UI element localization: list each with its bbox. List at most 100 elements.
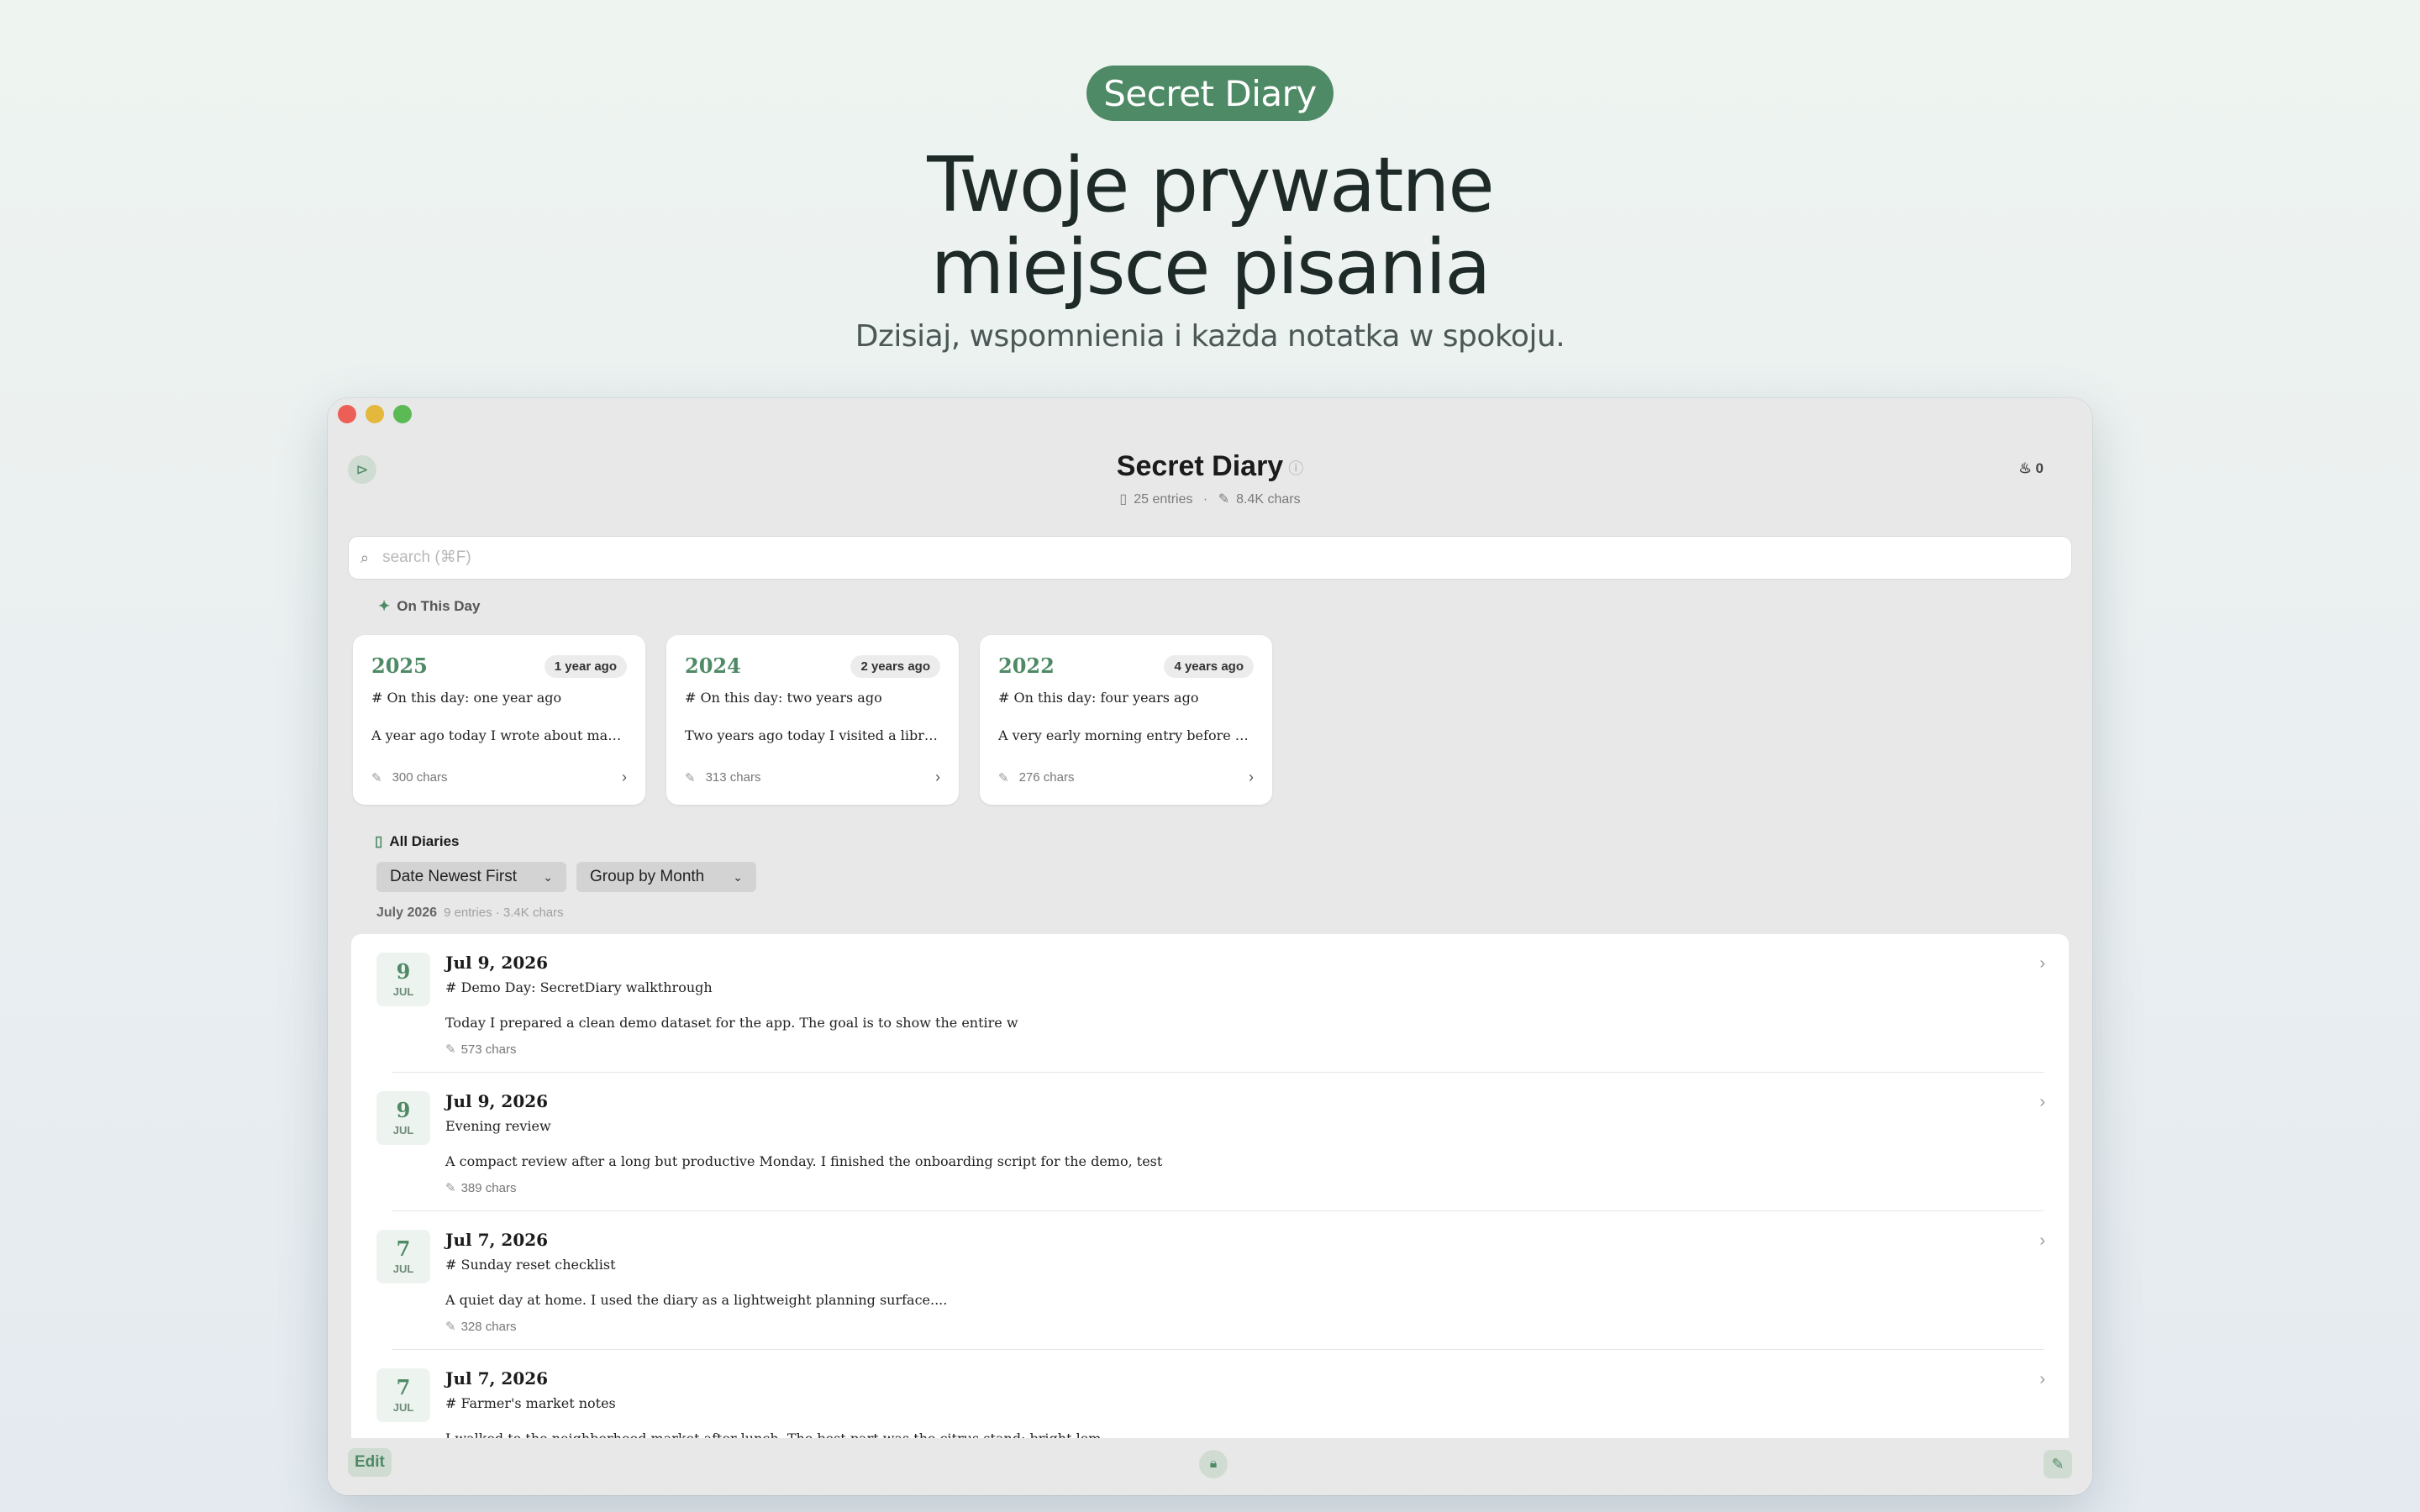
list-item[interactable]: 7 JUL Jul 7, 2026 # Farmer's market note…	[351, 1350, 2069, 1438]
search-input[interactable]	[381, 548, 2071, 568]
minimize-window-button[interactable]	[366, 405, 384, 423]
entry-title: # Demo Day: SecretDiary walkthrough	[445, 979, 713, 995]
card-footer: ✎ 300 chars ›	[371, 769, 627, 786]
date-day: 7	[396, 1236, 411, 1261]
date-badge: 7 JUL	[376, 1230, 430, 1284]
chevron-right-icon: ›	[2039, 1231, 2045, 1250]
on-this-day-card[interactable]: 2024 2 years ago # On this day: two year…	[666, 635, 959, 805]
chevron-right-icon: ›	[622, 769, 627, 785]
chevron-right-icon: ›	[2039, 1093, 2045, 1111]
card-title: # On this day: four years ago	[998, 690, 1199, 706]
flame-icon: ♨	[2018, 460, 2032, 476]
app-window: ⊳ Secret Diary ⓘ ▯ 25 entries · ✎ 8.4K char…	[328, 398, 2092, 1495]
pen-icon: ✎	[371, 770, 382, 785]
window-title-block: Secret Diary ⓘ	[328, 450, 2092, 483]
list-item[interactable]: 9 JUL Jul 9, 2026 # Demo Day: SecretDiar…	[351, 934, 2069, 1073]
entry-snippet: A compact review after a long but produc…	[445, 1153, 1163, 1169]
stats-separator: ·	[1202, 492, 1208, 507]
hero-headline: Twoje prywatne miejsce pisania	[0, 144, 2420, 309]
zoom-window-button[interactable]	[393, 405, 412, 423]
lock-icon[interactable]: 🔒︎	[1199, 1450, 1228, 1478]
card-snippet: A year ago today I wrote about makin...	[371, 727, 627, 743]
pen-icon: ✎	[445, 1320, 456, 1334]
date-month: JUL	[392, 1401, 414, 1414]
date-day: 9	[396, 1098, 411, 1122]
all-diaries-label: All Diaries	[389, 833, 460, 849]
hero-subline: Dzisiaj, wspomnienia i każda notatka w s…	[855, 319, 1565, 354]
date-day: 9	[396, 959, 411, 984]
chevron-down-icon: ⌄	[733, 869, 743, 884]
card-title: # On this day: two years ago	[685, 690, 882, 706]
chevron-right-icon: ›	[2039, 1370, 2045, 1389]
on-this-day-label: On This Day	[397, 598, 481, 614]
chevron-right-icon: ›	[935, 769, 940, 785]
card-title: # On this day: one year ago	[371, 690, 562, 706]
headline-line-1: Twoje prywatne	[927, 141, 1495, 229]
streak-counter[interactable]: ♨ 0	[2019, 460, 2044, 477]
window-stats: ▯ 25 entries · ✎ 8.4K chars	[328, 491, 2092, 507]
entries-count: 25 entries	[1134, 492, 1193, 507]
book-icon: ▯	[375, 833, 383, 849]
card-footer: ✎ 313 chars ›	[685, 769, 940, 786]
pen-icon: ✎	[685, 770, 696, 785]
chevron-down-icon: ⌄	[543, 869, 553, 884]
group-value: Group by Month	[590, 868, 705, 885]
entry-chars-row: ✎ 328 chars	[445, 1319, 516, 1334]
entry-date: Jul 7, 2026	[445, 1368, 549, 1389]
month-label: July 2026	[376, 906, 438, 920]
window-title: Secret Diary	[1116, 450, 1284, 482]
chevron-right-icon: ›	[1249, 769, 1254, 785]
entry-chars: 573 chars	[460, 1042, 517, 1057]
on-this-day-header: ✦ On This Day	[378, 598, 480, 615]
on-this-day-card[interactable]: 2022 4 years ago # On this day: four yea…	[980, 635, 1272, 805]
pen-icon: ✎	[445, 1181, 456, 1195]
entry-snippet: I walked to the neighborhood market afte…	[445, 1431, 1101, 1438]
month-section-header: July 2026 9 entries · 3.4K chars	[376, 906, 564, 921]
info-icon[interactable]: ⓘ	[1288, 460, 1303, 477]
date-badge: 9 JUL	[376, 953, 430, 1006]
entry-date: Jul 9, 2026	[445, 953, 549, 973]
entry-chars-row: ✎ 389 chars	[445, 1180, 516, 1195]
entry-title: # Sunday reset checklist	[445, 1257, 616, 1273]
sort-value: Date Newest First	[390, 868, 517, 885]
chevron-right-icon: ›	[2039, 954, 2045, 973]
search-icon: ⌕	[360, 549, 370, 566]
month-meta: 9 entries · 3.4K chars	[444, 906, 564, 920]
bottom-toolbar: Edit 🔒︎ ✎	[328, 1438, 2092, 1495]
date-day: 7	[396, 1375, 411, 1399]
close-window-button[interactable]	[338, 405, 356, 423]
entry-chars-row: ✎ 573 chars	[445, 1042, 516, 1057]
pen-icon: ✎	[998, 770, 1009, 785]
app-badge: Secret Diary	[1086, 66, 1334, 121]
entry-list: 9 JUL Jul 9, 2026 # Demo Day: SecretDiar…	[351, 934, 2069, 1438]
search-bar[interactable]: ⌕	[348, 536, 2072, 580]
card-age-badge: 4 years ago	[1164, 655, 1254, 678]
book-icon: ▯	[1119, 492, 1128, 507]
card-snippet: A very early morning entry before a tr..…	[998, 727, 1254, 743]
on-this-day-card[interactable]: 2025 1 year ago # On this day: one year …	[353, 635, 645, 805]
entry-snippet: Today I prepared a clean demo dataset fo…	[445, 1015, 1018, 1031]
headline-line-2: miejsce pisania	[930, 223, 1491, 312]
list-item[interactable]: 9 JUL Jul 9, 2026 Evening review A compa…	[351, 1073, 2069, 1211]
sort-dropdown[interactable]: Date Newest First ⌄	[376, 862, 566, 892]
card-age-badge: 1 year ago	[544, 655, 627, 678]
entry-chars: 389 chars	[460, 1181, 517, 1195]
date-month: JUL	[392, 1263, 414, 1275]
card-snippet: Two years ago today I visited a library.…	[685, 727, 940, 743]
group-dropdown[interactable]: Group by Month ⌄	[576, 862, 756, 892]
card-chars: 276 chars	[1018, 770, 1075, 785]
card-chars: 300 chars	[392, 770, 448, 785]
compose-icon[interactable]: ✎	[2044, 1450, 2072, 1478]
entry-snippet: A quiet day at home. I used the diary as…	[445, 1292, 948, 1308]
chars-count: 8.4K chars	[1236, 492, 1301, 507]
edit-button[interactable]: Edit	[348, 1448, 392, 1477]
sparkle-icon: ✦	[378, 598, 391, 614]
entry-date: Jul 9, 2026	[445, 1091, 549, 1111]
pen-icon: ✎	[1218, 492, 1230, 507]
date-month: JUL	[392, 985, 414, 998]
entry-title: # Farmer's market notes	[445, 1395, 616, 1411]
list-item[interactable]: 7 JUL Jul 7, 2026 # Sunday reset checkli…	[351, 1211, 2069, 1350]
date-month: JUL	[392, 1124, 414, 1137]
flame-count: 0	[2035, 460, 2044, 476]
card-footer: ✎ 276 chars ›	[998, 769, 1254, 786]
